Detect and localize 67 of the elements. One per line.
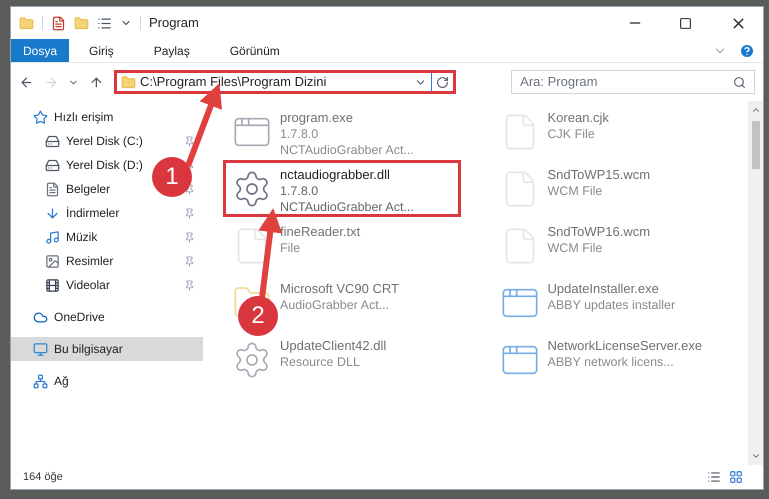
ribbon-tab[interactable]: Paylaş: [134, 39, 210, 62]
file-name[interactable]: fineReader.txt: [280, 224, 360, 240]
search-icon: [733, 76, 746, 88]
view-icon[interactable]: [97, 16, 112, 30]
properties-icon[interactable]: [51, 16, 66, 30]
film-icon: [45, 278, 60, 292]
folder-icon: [19, 16, 34, 30]
file-detail: NCTAudioGrabber Act...: [280, 199, 414, 215]
refresh-icon[interactable]: [436, 76, 449, 88]
details-view-icon[interactable]: [707, 470, 721, 484]
folder-icon: [121, 74, 136, 90]
sidebar-item[interactable]: Ağ: [33, 372, 69, 390]
download-icon: [45, 206, 60, 220]
scrollbar[interactable]: [748, 101, 763, 465]
item-count: 164 öğe: [23, 470, 64, 485]
sidebar-item[interactable]: İndirmeler: [45, 204, 120, 222]
file-name[interactable]: UpdateInstaller.exe: [548, 281, 676, 297]
search-field[interactable]: Ara: Program: [511, 70, 755, 94]
file-name[interactable]: Microsoft VC90 CRT: [280, 281, 399, 297]
ribbon-tab[interactable]: Giriş: [69, 39, 134, 62]
file-detail: ABBY updates installer: [548, 297, 676, 313]
file-name[interactable]: Korean.cjk: [548, 110, 609, 126]
sidebar-item[interactable]: Yerel Disk (C:): [45, 132, 143, 150]
sidebar-item[interactable]: Resimler: [45, 252, 114, 270]
drive-icon: [45, 158, 60, 172]
help-icon[interactable]: [739, 42, 755, 58]
file-detail: WCM File: [548, 183, 604, 199]
sidebar-item[interactable]: OneDrive: [33, 308, 105, 326]
file-name[interactable]: UpdateClient42.dll: [280, 338, 386, 354]
network-icon: [33, 374, 48, 388]
sidebar-item[interactable]: Bu bilgisayar: [33, 340, 123, 358]
sidebar-item[interactable]: Hızlı erişim: [33, 108, 114, 126]
file-detail: File: [280, 240, 302, 256]
up-icon[interactable]: [89, 74, 104, 90]
monitor-icon: [33, 342, 48, 356]
window-title: Program: [149, 14, 200, 32]
address-field[interactable]: C:\Program Files\Program Dizini: [114, 70, 456, 94]
file-detail: 1.7.8.0: [280, 183, 320, 199]
search-input[interactable]: Ara: Program: [520, 72, 733, 92]
file-detail: WCM File: [548, 240, 604, 256]
drive-icon: [45, 134, 60, 148]
cloud-icon: [33, 310, 48, 324]
file-detail: NCTAudioGrabber Act...: [280, 142, 414, 158]
file-detail: ABBY network licens...: [548, 354, 675, 370]
file-detail: CJK File: [548, 126, 596, 142]
file-detail: AudioGrabber Act...: [280, 297, 390, 313]
picture-icon: [45, 254, 60, 268]
scrollbar-thumb[interactable]: [752, 121, 760, 169]
ribbon-tab[interactable]: Görünüm: [210, 39, 300, 62]
music-note-icon: [45, 230, 60, 244]
file-name[interactable]: nctaudiograbber.dll: [280, 167, 414, 183]
back-icon[interactable]: [19, 74, 34, 90]
document-icon: [45, 182, 60, 196]
maximize-icon[interactable]: [679, 16, 692, 30]
file-name[interactable]: SndToWP15.wcm: [548, 167, 650, 183]
file-name[interactable]: SndToWP16.wcm: [548, 224, 650, 240]
file-name[interactable]: program.exe: [280, 110, 414, 126]
tiles-view-icon[interactable]: [729, 470, 743, 484]
sidebar-item[interactable]: Müzik: [45, 228, 98, 246]
ribbon-tab[interactable]: Dosya: [11, 39, 70, 62]
sidebar-item[interactable]: Yerel Disk (D:): [45, 156, 143, 174]
file-detail: 1.7.8.0: [280, 126, 320, 142]
star-icon: [33, 110, 48, 124]
file-name[interactable]: NetworkLicenseServer.exe: [548, 338, 702, 354]
sidebar-item[interactable]: Belgeler: [45, 180, 110, 198]
sidebar-item[interactable]: Videolar: [45, 276, 110, 294]
file-detail: Resource DLL: [280, 354, 361, 370]
